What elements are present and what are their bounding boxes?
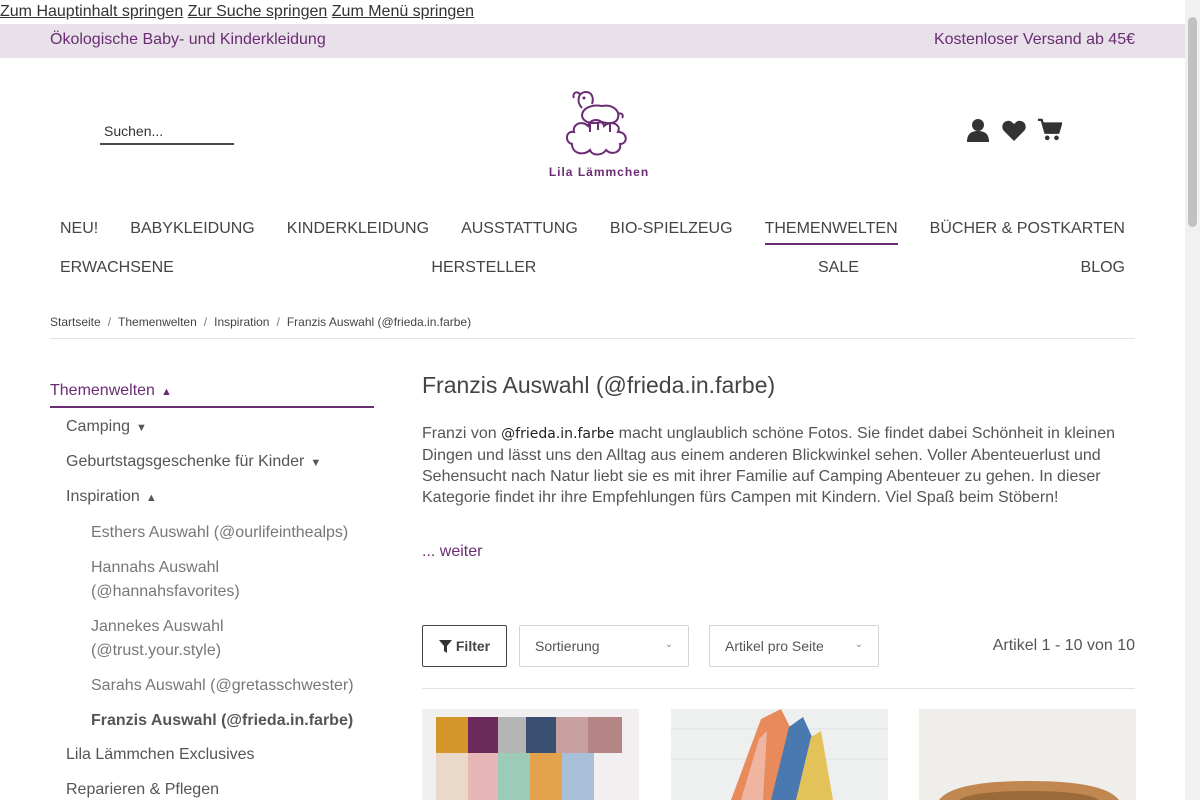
topbar-shipping-info: Kostenloser Versand ab 45€ — [933, 31, 1135, 48]
chevron-down-icon: ▼ — [310, 457, 322, 469]
sidebar-item-label: Geburtstagsgeschenke für Kinder — [66, 453, 305, 470]
chevron-up-icon: ▲ — [160, 386, 172, 398]
category-description: Franzi von @frieda.in.farbe macht unglau… — [422, 423, 1135, 508]
logo-text: Lila Lämmchen — [548, 165, 650, 179]
article-count: Artikel 1 - 10 von 10 — [992, 637, 1135, 654]
user-icon[interactable] — [966, 118, 990, 142]
breadcrumb-separator: / — [107, 315, 112, 329]
sidebar-item-geburtstagsgeschenke[interactable]: Geburtstagsgeschenke für Kinder ▼ — [66, 453, 321, 471]
sidebar-item-inspiration[interactable]: Inspiration ▲ — [66, 488, 157, 506]
site-logo[interactable]: Lila Lämmchen — [540, 86, 658, 182]
description-text-start: Franzi von — [422, 425, 502, 442]
nav-item-erwachsene[interactable]: ERWACHSENE — [60, 259, 174, 282]
filter-button-label: Filter — [455, 638, 491, 654]
nav-item-hersteller[interactable]: HERSTELLER — [431, 259, 536, 282]
page-title: Franzis Auswahl (@frieda.in.farbe) — [422, 372, 776, 398]
topbar-tagline: Ökologische Baby- und Kinderkleidung — [50, 31, 326, 48]
sidebar-item-reparieren-pflegen[interactable]: Reparieren & Pflegen — [66, 781, 219, 799]
skip-links: Zum Hauptinhalt springen Zur Suche sprin… — [0, 0, 474, 24]
nav-row-1: NEU! BABYKLEIDUNG KINDERKLEIDUNG AUSSTAT… — [60, 220, 1125, 245]
items-per-page-label: Artikel pro Seite — [725, 638, 824, 654]
product-grid — [422, 709, 1136, 800]
sidebar-item-lila-laemmchen-exclusives[interactable]: Lila Lämmchen Exclusives — [66, 746, 255, 764]
nav-item-babykleidung[interactable]: BABYKLEIDUNG — [130, 220, 254, 245]
search-input[interactable] — [100, 122, 234, 140]
skip-to-main-link[interactable]: Zum Hauptinhalt springen — [0, 3, 183, 20]
header-actions — [966, 118, 1062, 142]
product-image-leggings[interactable] — [422, 709, 639, 800]
instagram-handle: @frieda.in.farbe — [501, 426, 615, 442]
sidebar-subitem-esthers-auswahl[interactable]: Esthers Auswahl (@ourlifeinthealps) — [91, 521, 371, 545]
breadcrumb-item[interactable]: Startseite — [50, 315, 101, 329]
sidebar-heading-label: Themenwelten — [50, 382, 155, 399]
category-sidebar: Themenwelten ▲ Camping ▼ Geburtstagsgesche… — [50, 378, 374, 798]
sort-select-label: Sortierung — [535, 638, 600, 654]
filter-button[interactable]: Filter — [422, 625, 507, 667]
breadcrumb: Startseite / Themenwelten / Inspiration / Fran… — [50, 315, 471, 329]
skip-to-search-link[interactable]: Zur Suche springen — [188, 3, 328, 20]
breadcrumb-separator: / — [203, 315, 208, 329]
chevron-down-icon: ⌄ — [854, 639, 863, 650]
breadcrumb-item[interactable]: Inspiration — [214, 315, 269, 329]
nav-item-buecher-postkarten[interactable]: BÜCHER & POSTKARTEN — [930, 220, 1125, 245]
sidebar-item-label: Inspiration — [66, 488, 140, 505]
listing-toolbar: Filter Sortierung ⌄ Artikel pro Seite ⌄ … — [422, 625, 1135, 667]
chevron-down-icon: ⌄ — [664, 639, 673, 650]
divider — [50, 338, 1135, 339]
chevron-down-icon: ▼ — [136, 422, 147, 434]
skip-to-menu-link[interactable]: Zum Menü springen — [332, 3, 474, 20]
nav-row-2: ERWACHSENE HERSTELLER SALE BLOG — [60, 259, 1125, 282]
scrollbar-thumb[interactable] — [1188, 17, 1197, 227]
product-image-scarves[interactable] — [671, 709, 888, 800]
chevron-up-icon: ▲ — [145, 492, 157, 504]
items-per-page-select[interactable]: Artikel pro Seite ⌄ — [709, 625, 879, 667]
nav-item-kinderkleidung[interactable]: KINDERKLEIDUNG — [287, 220, 429, 245]
sort-select[interactable]: Sortierung ⌄ — [519, 625, 689, 667]
nav-item-themenwelten[interactable]: THEMENWELTEN — [764, 220, 898, 245]
nav-item-blog[interactable]: BLOG — [1081, 259, 1125, 282]
breadcrumb-separator: / — [276, 315, 280, 329]
heart-icon[interactable] — [1002, 118, 1026, 142]
sidebar-subitem-hannahs-auswahl[interactable]: Hannahs Auswahl (@hannahsfavorites) — [91, 556, 311, 604]
sidebar-heading[interactable]: Themenwelten ▲ — [50, 378, 374, 408]
nav-item-ausstattung[interactable]: AUSSTATTUNG — [461, 220, 578, 245]
breadcrumb-current: Franzis Auswahl (@frieda.in.farbe) — [286, 315, 472, 329]
nav-item-neu[interactable]: NEU! — [60, 220, 98, 245]
sidebar-item-label: Camping — [66, 418, 131, 435]
read-more-link[interactable]: ... weiter — [422, 543, 482, 561]
sidebar-subitem-sarahs-auswahl[interactable]: Sarahs Auswahl (@gretasschwester) — [91, 674, 371, 698]
lamb-logo-icon — [566, 90, 627, 156]
search-box — [100, 122, 234, 145]
divider — [422, 688, 1135, 689]
nav-item-bio-spielzeug[interactable]: BIO-SPIELZEUG — [610, 220, 733, 245]
page-scrollbar[interactable] — [1185, 0, 1200, 800]
cart-icon[interactable] — [1038, 118, 1062, 142]
top-info-bar: Ökologische Baby- und Kinderkleidung Kos… — [0, 24, 1185, 58]
nav-item-sale[interactable]: SALE — [818, 259, 859, 282]
sidebar-subitem-franzis-auswahl[interactable]: Franzis Auswahl (@frieda.in.farbe) — [91, 709, 371, 733]
product-image-wooden-toy[interactable] — [919, 709, 1136, 800]
filter-icon — [438, 639, 452, 653]
breadcrumb-item[interactable]: Themenwelten — [118, 315, 197, 329]
sidebar-subitem-jannekes-auswahl[interactable]: Jannekes Auswahl (@trust.your.style) — [91, 615, 311, 663]
sidebar-item-camping[interactable]: Camping ▼ — [66, 418, 147, 436]
